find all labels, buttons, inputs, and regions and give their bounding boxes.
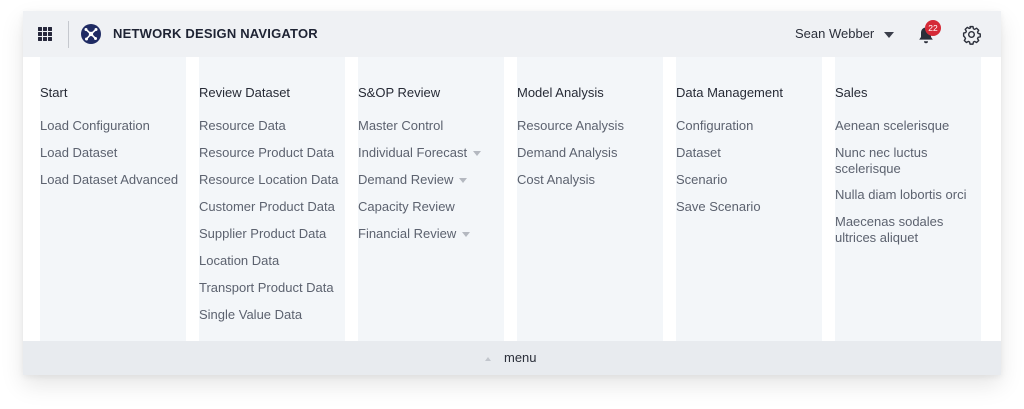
column-title: Start: [40, 85, 68, 100]
navigation-panel: NETWORK DESIGN NAVIGATOR Sean Webber 22 …: [23, 11, 1001, 375]
column-title: Data Management: [676, 85, 783, 100]
menu-item[interactable]: Save Scenario: [676, 199, 826, 215]
menu-item[interactable]: Load Dataset Advanced: [40, 172, 190, 188]
menu-item[interactable]: Supplier Product Data: [199, 226, 349, 242]
menu-item[interactable]: Master Control: [358, 118, 508, 134]
column-title: S&OP Review: [358, 85, 441, 100]
column-title: Model Analysis: [517, 85, 604, 100]
chevron-down-icon[interactable]: [459, 178, 468, 184]
chevron-down-icon[interactable]: [884, 32, 894, 38]
notification-badge: 22: [925, 20, 941, 36]
menu-item[interactable]: Nunc nec luctus scelerisque: [835, 145, 955, 177]
menu-item-label: Demand Review: [358, 172, 454, 187]
column-title: Review Dataset: [199, 85, 291, 100]
menu-item[interactable]: Load Dataset: [40, 145, 190, 161]
menu-item[interactable]: Customer Product Data: [199, 199, 349, 215]
menu-column-review-dataset: Review Dataset Resource Data Resource Pr…: [199, 57, 345, 341]
menu-item-label: Financial Review: [358, 226, 457, 241]
menu-item[interactable]: Demand Review: [358, 172, 508, 188]
menu-item[interactable]: Transport Product Data: [199, 280, 349, 296]
menu-toggle-label: menu: [504, 350, 537, 365]
menu-item[interactable]: Single Value Data: [199, 307, 349, 323]
network-logo-icon: [81, 24, 101, 44]
chevron-down-icon[interactable]: [473, 151, 482, 157]
collapse-menu-button[interactable]: menu: [485, 350, 537, 365]
menu-column-data-management: Data Management Configuration Dataset Sc…: [676, 57, 822, 341]
chevron-up-icon: [485, 356, 491, 361]
column-title: Sales: [835, 85, 868, 100]
menu-item[interactable]: Resource Product Data: [199, 145, 349, 161]
menu-column-sop-review: S&OP Review Master Control Individual Fo…: [358, 57, 504, 341]
menu-column-model-analysis: Model Analysis Resource Analysis Demand …: [517, 57, 663, 341]
menu-item[interactable]: Individual Forecast: [358, 145, 508, 161]
menu-item[interactable]: Dataset: [676, 145, 826, 161]
menu-item[interactable]: Load Configuration: [40, 118, 190, 134]
top-bar: NETWORK DESIGN NAVIGATOR Sean Webber 22: [23, 11, 1001, 57]
menu-item[interactable]: Configuration: [676, 118, 826, 134]
menu-item[interactable]: Capacity Review: [358, 199, 508, 215]
menu-item[interactable]: Scenario: [676, 172, 826, 188]
menu-item[interactable]: Resource Data: [199, 118, 349, 134]
menu-item[interactable]: Maecenas sodales ultrices aliquet: [835, 214, 955, 246]
menu-item[interactable]: Cost Analysis: [517, 172, 667, 188]
menu-item[interactable]: Resource Location Data: [199, 172, 349, 188]
user-menu[interactable]: Sean Webber: [795, 26, 874, 41]
menu-item[interactable]: Resource Analysis: [517, 118, 667, 134]
menu-item[interactable]: Demand Analysis: [517, 145, 667, 161]
menu-item-label: Individual Forecast: [358, 145, 468, 160]
menu-item-label: Master Control: [358, 118, 444, 133]
menu-item[interactable]: Nulla diam lobortis orci: [835, 187, 981, 203]
menu-item[interactable]: Location Data: [199, 253, 349, 269]
app-title: NETWORK DESIGN NAVIGATOR: [113, 26, 318, 41]
header-divider: [68, 21, 69, 48]
menu-item[interactable]: Aenean scelerisque: [835, 118, 975, 134]
menu-column-start: Start Load Configuration Load Dataset Lo…: [40, 57, 186, 341]
menu-footer: menu: [23, 341, 1001, 375]
menu-item[interactable]: Financial Review: [358, 226, 508, 242]
grid-icon[interactable]: [38, 27, 52, 41]
menu-column-sales: Sales Aenean scelerisque Nunc nec luctus…: [835, 57, 981, 341]
menu-item-label: Capacity Review: [358, 199, 455, 214]
gear-icon[interactable]: [961, 24, 982, 45]
chevron-down-icon[interactable]: [462, 232, 471, 238]
